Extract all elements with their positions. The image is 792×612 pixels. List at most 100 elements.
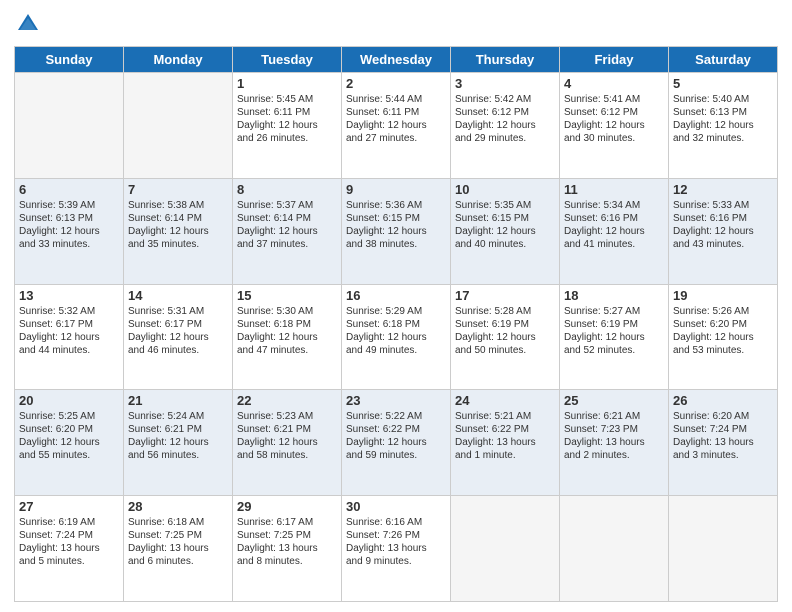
day-number: 20 — [19, 393, 119, 408]
week-row-1: 1 Sunrise: 5:45 AM Sunset: 6:11 PM Daylig… — [15, 73, 778, 179]
day-number: 16 — [346, 288, 446, 303]
day-number: 27 — [19, 499, 119, 514]
day-cell: 7 Sunrise: 5:38 AM Sunset: 6:14 PM Daylig… — [124, 178, 233, 284]
day-cell: 3 Sunrise: 5:42 AM Sunset: 6:12 PM Daylig… — [451, 73, 560, 179]
week-row-2: 6Sunrise: 5:39 AM Sunset: 6:13 PM Daylig… — [15, 178, 778, 284]
day-number: 23 — [346, 393, 446, 408]
day-number: 15 — [237, 288, 337, 303]
day-number: 10 — [455, 182, 555, 197]
day-number: 7 — [128, 182, 228, 197]
day-info: Sunrise: 5:24 AM Sunset: 6:21 PM Dayligh… — [128, 410, 228, 462]
day-cell — [560, 496, 669, 602]
header-day-friday: Friday — [560, 47, 669, 73]
day-info: Sunrise: 5:25 AM Sunset: 6:20 PM Dayligh… — [19, 410, 119, 462]
day-info: Sunrise: 5:36 AM Sunset: 6:15 PM Dayligh… — [346, 199, 446, 251]
day-cell: 27 Sunrise: 6:19 AM Sunset: 7:24 PM Dayli… — [15, 496, 124, 602]
day-number: 19 — [673, 288, 773, 303]
day-cell — [669, 496, 778, 602]
calendar: SundayMondayTuesdayWednesdayThursdayFrid… — [14, 46, 778, 602]
day-info: Sunrise: 6:18 AM Sunset: 7:25 PM Dayligh… — [128, 516, 228, 568]
day-cell: 13 Sunrise: 5:32 AM Sunset: 6:17 PM Dayli… — [15, 284, 124, 390]
day-cell: 21 Sunrise: 5:24 AM Sunset: 6:21 PM Dayli… — [124, 390, 233, 496]
day-cell: 15 Sunrise: 5:30 AM Sunset: 6:18 PM Dayli… — [233, 284, 342, 390]
day-cell — [124, 73, 233, 179]
day-info: Sunrise: 6:17 AM Sunset: 7:25 PM Dayligh… — [237, 516, 337, 568]
day-info: Sunrise: 5:29 AM Sunset: 6:18 PM Dayligh… — [346, 305, 446, 357]
day-info: Sunrise: 6:21 AM Sunset: 7:23 PM Dayligh… — [564, 410, 664, 462]
day-info: Sunrise: 5:45 AM Sunset: 6:11 PM Dayligh… — [237, 93, 337, 145]
day-info: Sunrise: 5:30 AM Sunset: 6:18 PM Dayligh… — [237, 305, 337, 357]
day-number: 4 — [564, 76, 664, 91]
day-cell: 10 Sunrise: 5:35 AM Sunset: 6:15 PM Dayli… — [451, 178, 560, 284]
day-number: 3 — [455, 76, 555, 91]
day-info: Sunrise: 5:34 AM Sunset: 6:16 PM Dayligh… — [564, 199, 664, 251]
day-info: Sunrise: 5:23 AM Sunset: 6:21 PM Dayligh… — [237, 410, 337, 462]
day-cell: 11 Sunrise: 5:34 AM Sunset: 6:16 PM Dayli… — [560, 178, 669, 284]
day-number: 5 — [673, 76, 773, 91]
day-number: 21 — [128, 393, 228, 408]
day-info: Sunrise: 5:21 AM Sunset: 6:22 PM Dayligh… — [455, 410, 555, 462]
logo — [14, 10, 46, 38]
day-info: Sunrise: 6:19 AM Sunset: 7:24 PM Dayligh… — [19, 516, 119, 568]
day-number: 1 — [237, 76, 337, 91]
header-day-thursday: Thursday — [451, 47, 560, 73]
day-cell: 19 Sunrise: 5:26 AM Sunset: 6:20 PM Dayli… — [669, 284, 778, 390]
header-row: SundayMondayTuesdayWednesdayThursdayFrid… — [15, 47, 778, 73]
day-info: Sunrise: 5:40 AM Sunset: 6:13 PM Dayligh… — [673, 93, 773, 145]
day-info: Sunrise: 6:20 AM Sunset: 7:24 PM Dayligh… — [673, 410, 773, 462]
day-info: Sunrise: 6:16 AM Sunset: 7:26 PM Dayligh… — [346, 516, 446, 568]
day-cell: 5 Sunrise: 5:40 AM Sunset: 6:13 PM Daylig… — [669, 73, 778, 179]
day-cell: 26Sunrise: 6:20 AM Sunset: 7:24 PM Dayli… — [669, 390, 778, 496]
day-cell — [15, 73, 124, 179]
logo-icon — [14, 10, 42, 38]
header-day-monday: Monday — [124, 47, 233, 73]
day-number: 18 — [564, 288, 664, 303]
day-info: Sunrise: 5:28 AM Sunset: 6:19 PM Dayligh… — [455, 305, 555, 357]
day-cell: 23 Sunrise: 5:22 AM Sunset: 6:22 PM Dayli… — [342, 390, 451, 496]
header-day-sunday: Sunday — [15, 47, 124, 73]
day-cell: 4Sunrise: 5:41 AM Sunset: 6:12 PM Daylig… — [560, 73, 669, 179]
day-info: Sunrise: 5:35 AM Sunset: 6:15 PM Dayligh… — [455, 199, 555, 251]
header — [14, 10, 778, 38]
day-cell: 16 Sunrise: 5:29 AM Sunset: 6:18 PM Dayli… — [342, 284, 451, 390]
day-info: Sunrise: 5:32 AM Sunset: 6:17 PM Dayligh… — [19, 305, 119, 357]
day-cell: 30Sunrise: 6:16 AM Sunset: 7:26 PM Dayli… — [342, 496, 451, 602]
day-cell: 28 Sunrise: 6:18 AM Sunset: 7:25 PM Dayli… — [124, 496, 233, 602]
day-number: 22 — [237, 393, 337, 408]
day-cell: 22 Sunrise: 5:23 AM Sunset: 6:21 PM Dayli… — [233, 390, 342, 496]
day-number: 25 — [564, 393, 664, 408]
day-cell: 2 Sunrise: 5:44 AM Sunset: 6:11 PM Daylig… — [342, 73, 451, 179]
day-info: Sunrise: 5:26 AM Sunset: 6:20 PM Dayligh… — [673, 305, 773, 357]
day-number: 28 — [128, 499, 228, 514]
day-cell: 14Sunrise: 5:31 AM Sunset: 6:17 PM Dayli… — [124, 284, 233, 390]
day-info: Sunrise: 5:42 AM Sunset: 6:12 PM Dayligh… — [455, 93, 555, 145]
day-number: 12 — [673, 182, 773, 197]
week-row-3: 13 Sunrise: 5:32 AM Sunset: 6:17 PM Dayli… — [15, 284, 778, 390]
day-info: Sunrise: 5:44 AM Sunset: 6:11 PM Dayligh… — [346, 93, 446, 145]
day-cell — [451, 496, 560, 602]
day-number: 8 — [237, 182, 337, 197]
day-number: 11 — [564, 182, 664, 197]
header-day-saturday: Saturday — [669, 47, 778, 73]
day-info: Sunrise: 5:22 AM Sunset: 6:22 PM Dayligh… — [346, 410, 446, 462]
day-info: Sunrise: 5:38 AM Sunset: 6:14 PM Dayligh… — [128, 199, 228, 251]
day-cell: 17 Sunrise: 5:28 AM Sunset: 6:19 PM Dayli… — [451, 284, 560, 390]
day-number: 17 — [455, 288, 555, 303]
day-cell: 6Sunrise: 5:39 AM Sunset: 6:13 PM Daylig… — [15, 178, 124, 284]
day-info: Sunrise: 5:33 AM Sunset: 6:16 PM Dayligh… — [673, 199, 773, 251]
day-cell: 29Sunrise: 6:17 AM Sunset: 7:25 PM Dayli… — [233, 496, 342, 602]
week-row-4: 20 Sunrise: 5:25 AM Sunset: 6:20 PM Dayli… — [15, 390, 778, 496]
day-number: 2 — [346, 76, 446, 91]
week-row-5: 27 Sunrise: 6:19 AM Sunset: 7:24 PM Dayli… — [15, 496, 778, 602]
day-number: 24 — [455, 393, 555, 408]
day-number: 9 — [346, 182, 446, 197]
day-number: 14 — [128, 288, 228, 303]
day-cell: 24 Sunrise: 5:21 AM Sunset: 6:22 PM Dayli… — [451, 390, 560, 496]
day-cell: 1 Sunrise: 5:45 AM Sunset: 6:11 PM Daylig… — [233, 73, 342, 179]
page: SundayMondayTuesdayWednesdayThursdayFrid… — [0, 0, 792, 612]
day-cell: 20 Sunrise: 5:25 AM Sunset: 6:20 PM Dayli… — [15, 390, 124, 496]
day-number: 13 — [19, 288, 119, 303]
day-info: Sunrise: 5:27 AM Sunset: 6:19 PM Dayligh… — [564, 305, 664, 357]
header-day-tuesday: Tuesday — [233, 47, 342, 73]
header-day-wednesday: Wednesday — [342, 47, 451, 73]
